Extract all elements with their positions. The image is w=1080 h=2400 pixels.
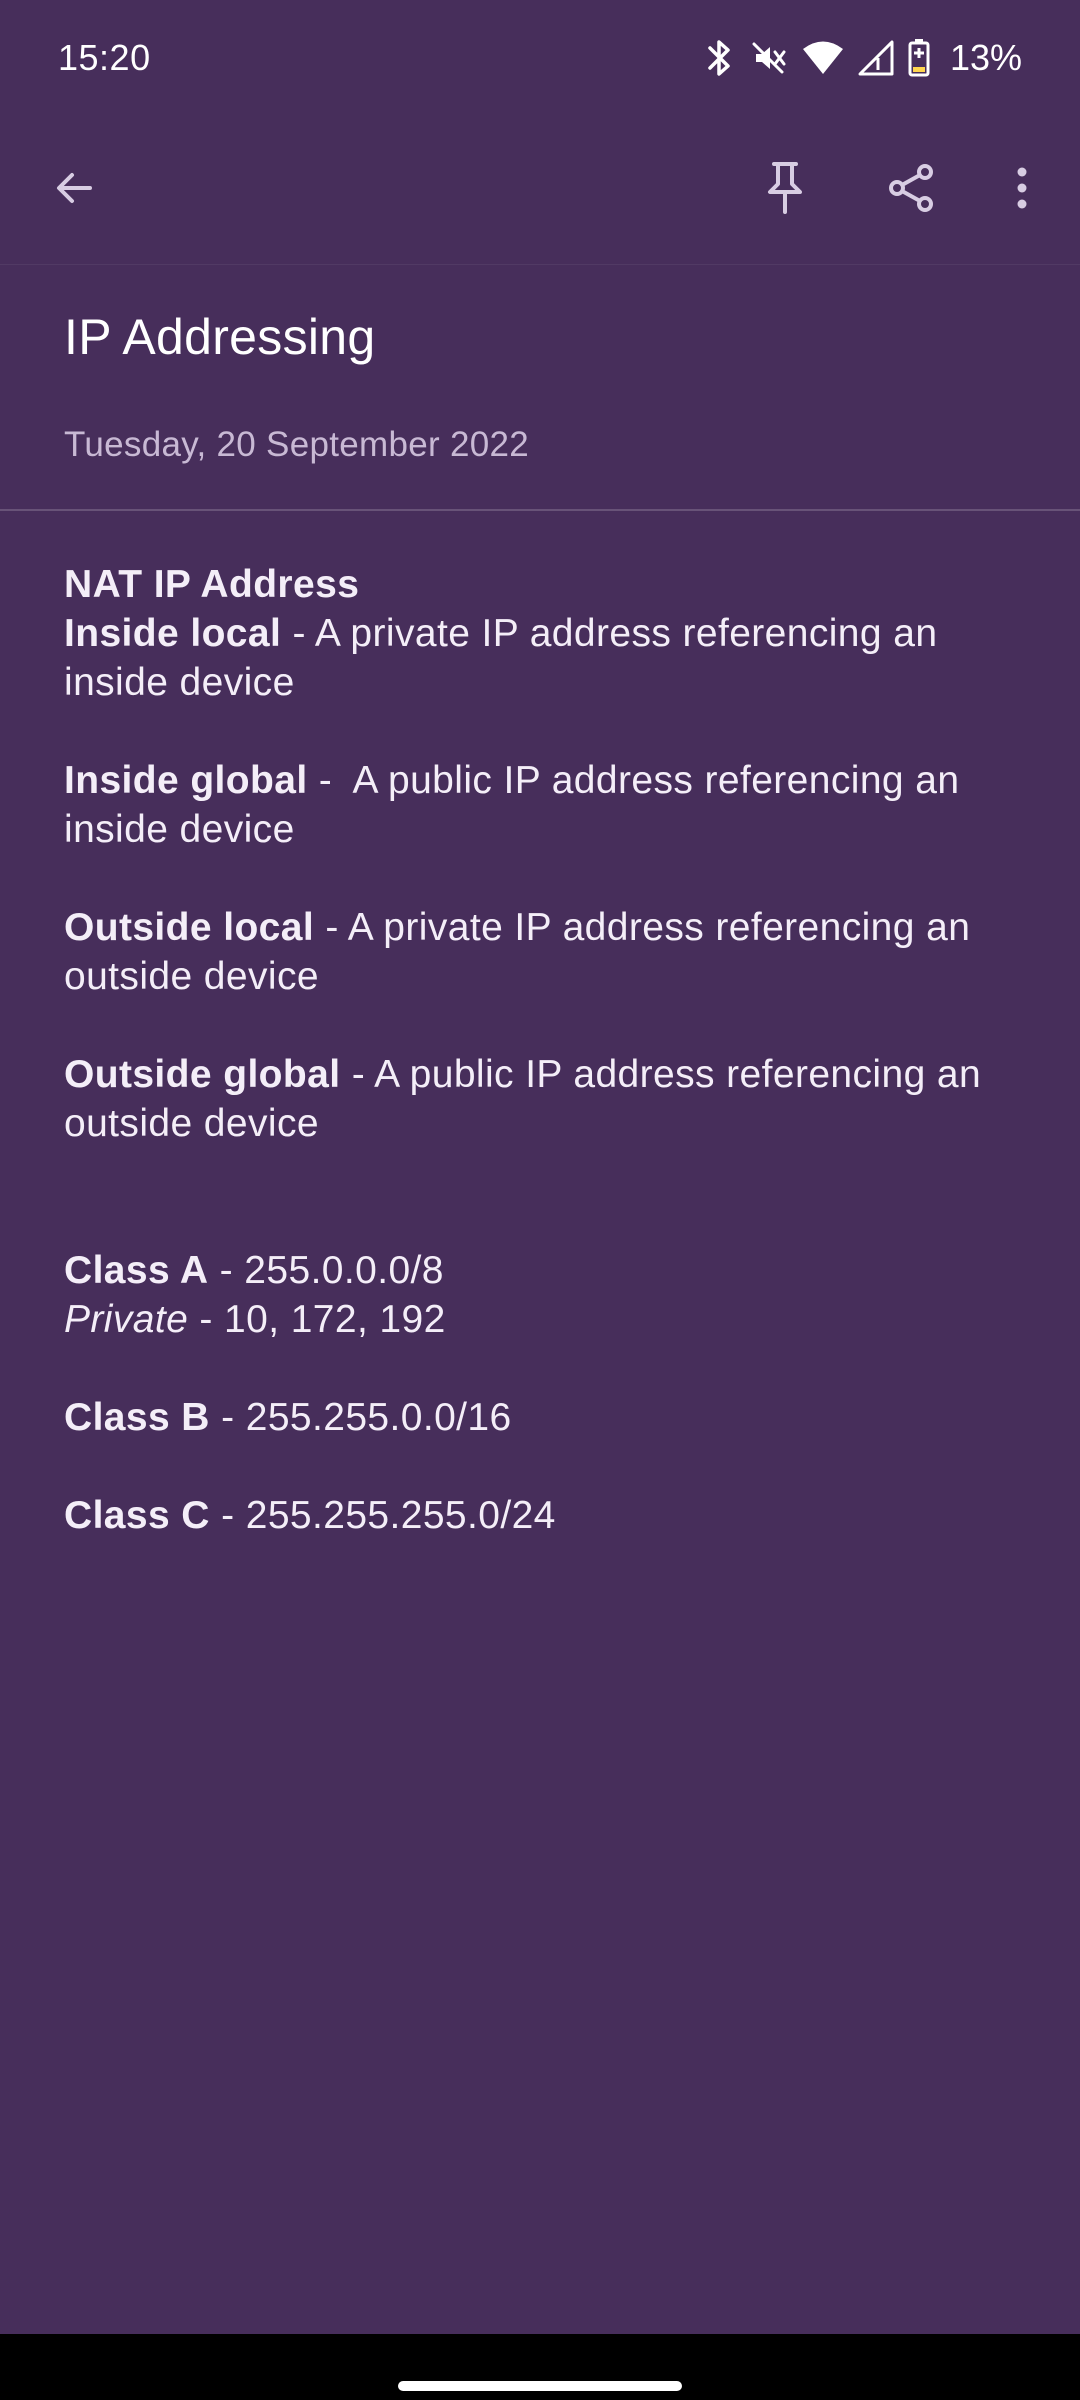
more-vert-icon	[1014, 164, 1030, 217]
status-bar: 15:20 13%	[0, 0, 1080, 116]
back-button[interactable]	[20, 136, 128, 244]
bluetooth-icon	[704, 38, 734, 78]
term-label: Outside local	[64, 906, 315, 949]
note-paragraph: NAT IP Address	[64, 560, 1024, 609]
battery-charging-icon	[908, 39, 930, 77]
share-icon	[885, 162, 937, 219]
note-paragraph: Outside global - A public IP address ref…	[64, 1050, 1024, 1148]
term-label: Class B	[64, 1396, 210, 1439]
divider	[0, 509, 1080, 511]
term-label: Class A	[64, 1249, 209, 1292]
note-paragraph: Outside local - A private IP address ref…	[64, 903, 1024, 1001]
term-description: - 255.255.0.0/16	[209, 1396, 512, 1439]
wifi-icon	[802, 40, 844, 76]
note-date: Tuesday, 20 September 2022	[64, 425, 530, 464]
status-time: 15:20	[58, 37, 151, 78]
pin-icon	[761, 160, 809, 221]
term-label: Inside local	[64, 612, 282, 655]
note-paragraph: Private - 10, 172, 192	[64, 1295, 1024, 1344]
term-label: Private	[64, 1298, 189, 1341]
battery-percent: 13%	[949, 37, 1022, 78]
section-heading: NAT IP Address	[64, 563, 360, 606]
note-paragraph: Class C - 255.255.255.0/24	[64, 1491, 1024, 1540]
signal-icon	[858, 40, 894, 76]
status-icons: 13%	[704, 37, 1022, 79]
note-paragraph: Class B - 255.255.0.0/16	[64, 1393, 1024, 1442]
pin-button[interactable]	[731, 136, 839, 244]
note-paragraph: Inside global - A public IP address refe…	[64, 756, 1024, 854]
note-body[interactable]: NAT IP Address Inside local - A private …	[64, 560, 1024, 1540]
share-button[interactable]	[857, 136, 965, 244]
home-gesture-handle[interactable]	[398, 2381, 682, 2391]
term-description: - 255.0.0.0/8	[208, 1249, 444, 1292]
note-title[interactable]: IP Addressing	[64, 308, 376, 366]
term-description: - 255.255.255.0/24	[209, 1494, 556, 1537]
more-options-button[interactable]	[968, 136, 1076, 244]
vibrate-off-icon	[748, 38, 788, 78]
term-label: Class C	[64, 1494, 210, 1537]
term-label: Inside global	[64, 759, 308, 802]
term-description: - 10, 172, 192	[188, 1298, 446, 1341]
note-paragraph: Class A - 255.0.0.0/8	[64, 1246, 1024, 1295]
note-paragraph: Inside local - A private IP address refe…	[64, 609, 1024, 707]
term-label: Outside global	[64, 1053, 341, 1096]
top-app-bar	[0, 116, 1080, 265]
arrow-back-icon	[50, 164, 98, 217]
